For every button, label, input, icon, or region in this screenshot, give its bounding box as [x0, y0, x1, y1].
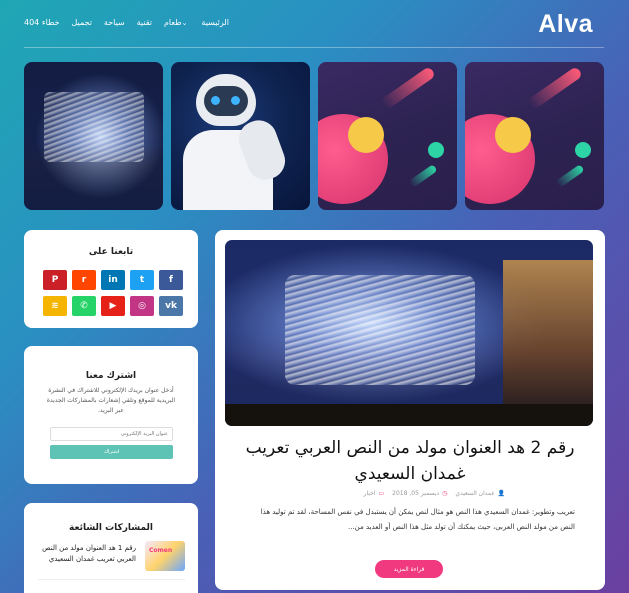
- post-date-text: ديسمبر 05, 2018: [392, 490, 440, 497]
- popular-post-thumb-text: Comen: [149, 547, 173, 554]
- read-more-button[interactable]: قراءة المزيد: [375, 560, 443, 578]
- subscribe-title: اشترك معنا: [85, 371, 137, 381]
- nav-item-404[interactable]: خطاء 404: [24, 18, 60, 27]
- planet-graphic: [495, 117, 531, 153]
- social-links-grid: f t in r P vk ◎ ▶ ✆ ≋: [38, 270, 183, 316]
- popular-posts-title: المشاركات الشائعة: [69, 523, 153, 533]
- thumbnail-city-lights[interactable]: [24, 62, 163, 210]
- post-category-name: اخبار: [363, 490, 376, 497]
- subscribe-description: أدخل عنوان بريدك الإلكتروني للاشتراك في …: [46, 387, 176, 414]
- post-excerpt: تعريب وتطوير: غمدان السعيدي هذا النص هو …: [260, 508, 575, 531]
- post-date: ◷ديسمبر 05, 2018: [392, 490, 447, 497]
- email-field[interactable]: [50, 427, 173, 441]
- comet-graphic: [408, 164, 438, 188]
- youtube-icon[interactable]: ▶: [101, 296, 125, 316]
- post-meta: 👤غمدان السعيدي ◷ديسمبر 05, 2018 ▭اخبار: [364, 490, 505, 497]
- comet-graphic: [379, 65, 437, 111]
- nav-item-food[interactable]: طعام⌄: [164, 18, 190, 27]
- nav-item-food-label: طعام: [163, 18, 182, 27]
- subscribe-widget: اشترك معنا أدخل عنوان بريدك الإلكتروني ل…: [24, 346, 198, 484]
- popular-post-title[interactable]: رقم 1 هد العنوان مولد من النص العربي تعر…: [38, 543, 136, 565]
- site-header: Alva الرئيسية طعام⌄ تقنية سياحة تجميل خط…: [0, 0, 629, 48]
- featured-thumbnails: [24, 62, 605, 210]
- nav-item-home[interactable]: الرئيسية: [201, 18, 229, 27]
- clock-icon: ◷: [442, 490, 448, 497]
- post-title[interactable]: رقم 2 هد العنوان مولد من النص العربي تعر…: [235, 435, 585, 487]
- comet-graphic: [555, 164, 585, 188]
- planet-graphic: [348, 117, 384, 153]
- robot-eye-graphic: [231, 96, 240, 105]
- site-logo[interactable]: Alva: [538, 10, 593, 39]
- post-featured-image[interactable]: [225, 240, 593, 426]
- comet-graphic: [526, 65, 584, 111]
- popular-post-thumbnail[interactable]: Comen: [145, 541, 185, 571]
- thumbnail-space[interactable]: [465, 62, 604, 210]
- follow-us-title: تابعنا على: [88, 247, 134, 257]
- nav-item-beauty[interactable]: تجميل: [71, 18, 92, 27]
- pinterest-icon[interactable]: P: [43, 270, 67, 290]
- rss-icon[interactable]: ≋: [43, 296, 67, 316]
- folder-icon: ▭: [378, 490, 385, 497]
- post-card: رقم 2 هد العنوان مولد من النص العربي تعر…: [215, 230, 605, 590]
- light-trails-graphic: [44, 92, 144, 162]
- main-nav: الرئيسية طعام⌄ تقنية سياحة تجميل خطاء 40…: [24, 18, 229, 27]
- follow-us-widget: تابعنا على f t in r P vk ◎ ▶ ✆ ≋: [24, 230, 198, 328]
- vk-icon[interactable]: vk: [159, 296, 183, 316]
- twitter-icon[interactable]: t: [130, 270, 154, 290]
- street-graphic: [225, 404, 593, 426]
- post-author[interactable]: 👤غمدان السعيدي: [455, 490, 505, 497]
- whatsapp-icon[interactable]: ✆: [72, 296, 96, 316]
- user-icon: 👤: [497, 490, 505, 497]
- nav-item-tourism[interactable]: سياحة: [104, 18, 125, 27]
- popular-post-divider: [38, 579, 185, 580]
- thumbnail-robot[interactable]: [171, 62, 310, 210]
- facebook-icon[interactable]: f: [159, 270, 183, 290]
- light-trails-graphic: [285, 275, 475, 385]
- thumbnail-space[interactable]: [318, 62, 457, 210]
- linkedin-icon[interactable]: in: [101, 270, 125, 290]
- instagram-icon[interactable]: ◎: [130, 296, 154, 316]
- reddit-icon[interactable]: r: [72, 270, 96, 290]
- planet-graphic: [428, 142, 444, 158]
- header-divider: [24, 47, 604, 48]
- subscribe-button[interactable]: اشتراك: [50, 445, 173, 459]
- post-category[interactable]: ▭اخبار: [364, 490, 385, 497]
- nav-item-tech[interactable]: تقنية: [137, 18, 152, 27]
- robot-eye-graphic: [211, 96, 220, 105]
- post-author-name: غمدان السعيدي: [455, 490, 495, 497]
- building-graphic: [503, 260, 593, 410]
- chevron-down-icon: ⌄: [181, 19, 188, 27]
- planet-graphic: [575, 142, 591, 158]
